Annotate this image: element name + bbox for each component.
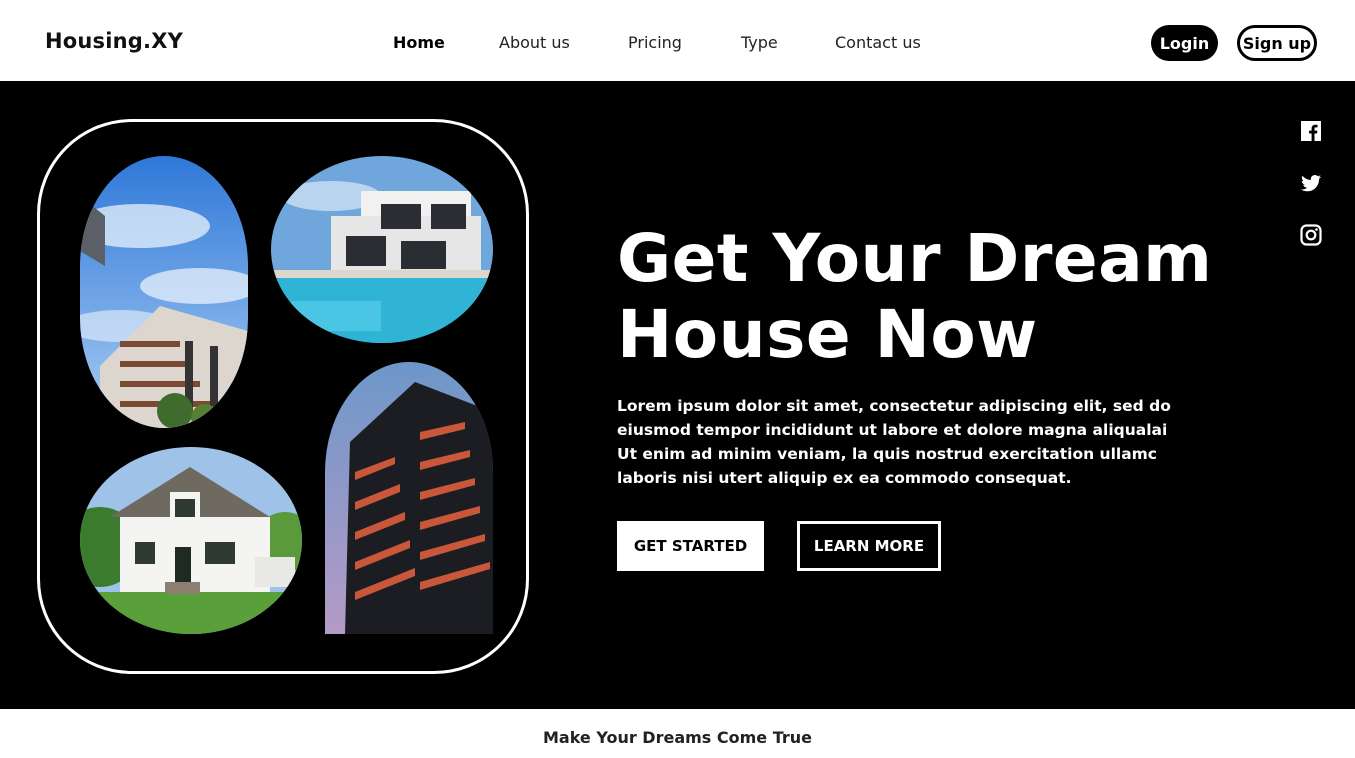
apartment-tower-sky-photo: [80, 156, 248, 428]
description-line-2: eiusmod tempor incididunt ut labore et d…: [617, 421, 1168, 439]
hero-section: Get Your Dream House Now Lorem ipsum dol…: [0, 81, 1355, 709]
description-line-3: Ut enim ad minim veniam, la quis nostrud…: [617, 445, 1157, 463]
white-house-lawn-photo: [80, 447, 302, 634]
footer-tagline: Make Your Dreams Come True: [542, 728, 812, 747]
nav-pricing[interactable]: Pricing: [628, 33, 682, 52]
nav-about-us[interactable]: About us: [499, 33, 570, 52]
twitter-icon[interactable]: [1299, 171, 1323, 195]
facebook-icon[interactable]: [1299, 119, 1323, 143]
instagram-icon[interactable]: [1299, 223, 1323, 247]
hero-headline: Get Your Dream House Now: [617, 221, 1257, 373]
highrise-balconies-photo: [325, 362, 493, 634]
description-line-1: Lorem ipsum dolor sit amet, consectetur …: [617, 397, 1171, 415]
login-button[interactable]: Login: [1151, 25, 1218, 61]
hero-description: Lorem ipsum dolor sit amet, consectetur …: [617, 394, 1177, 490]
villa-pool-photo: [271, 156, 493, 343]
nav-contact-us[interactable]: Contact us: [835, 33, 921, 52]
description-line-4: laboris nisi utert aliquip ex ea commodo…: [617, 469, 1072, 487]
signup-button[interactable]: Sign up: [1237, 25, 1317, 61]
headline-line-2: House Now: [617, 296, 1038, 373]
get-started-button[interactable]: GET STARTED: [617, 521, 764, 571]
top-nav-bar: Housing.XY Home About us Pricing Type Co…: [0, 0, 1355, 81]
headline-line-1: Get Your Dream: [617, 220, 1213, 297]
learn-more-button[interactable]: LEARN MORE: [797, 521, 941, 571]
nav-home[interactable]: Home: [393, 33, 445, 52]
nav-type[interactable]: Type: [741, 33, 778, 52]
